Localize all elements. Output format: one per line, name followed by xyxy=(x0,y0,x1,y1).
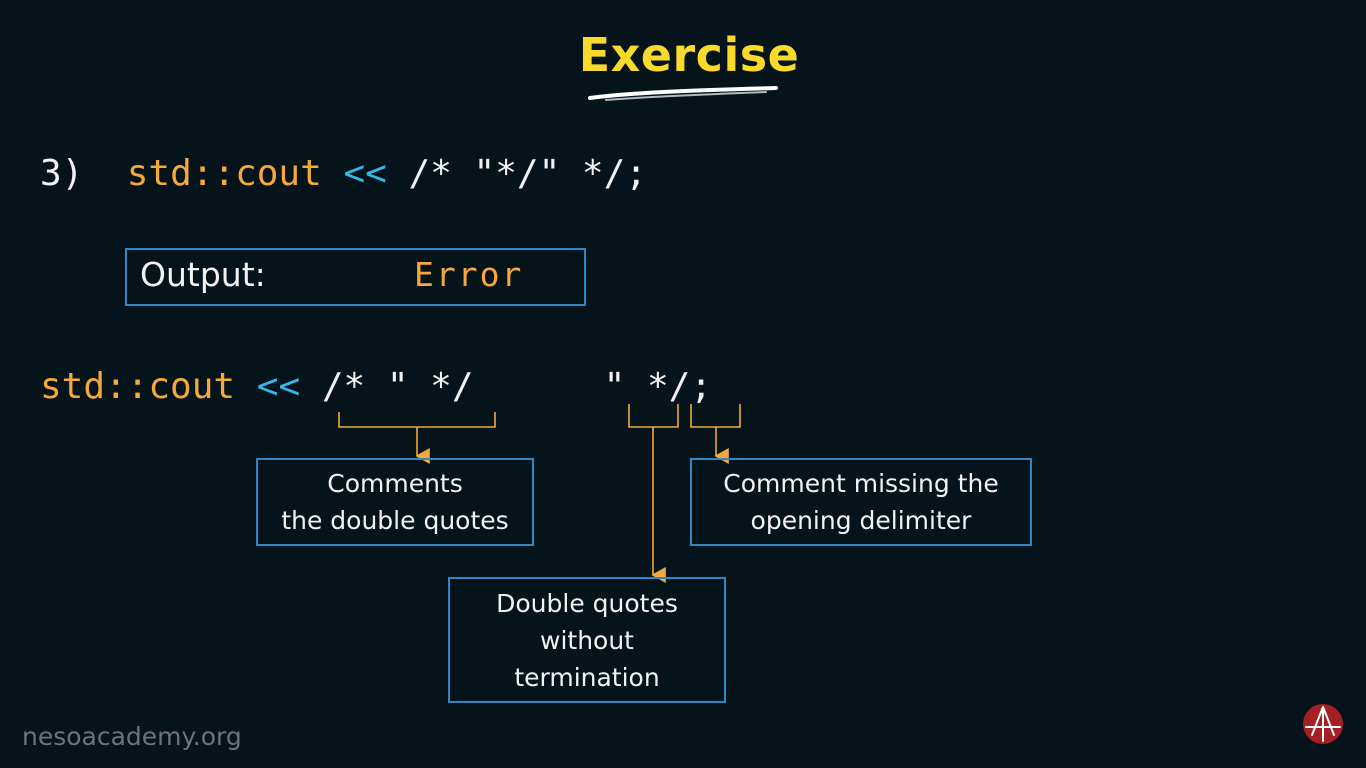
footer-site-url: nesoacademy.org xyxy=(22,722,242,751)
note-line: the double quotes xyxy=(281,506,509,535)
note-line: opening delimiter xyxy=(750,506,972,535)
brace-end xyxy=(690,404,741,428)
note-line: without xyxy=(540,625,634,655)
brace-quote xyxy=(628,404,679,428)
note-unterminated-quotes: Double quotes without termination xyxy=(448,577,726,703)
neso-academy-logo-icon xyxy=(1303,704,1343,744)
note-comments-double-quotes: Comments the double quotes xyxy=(256,458,534,546)
note-line: Comment missing the xyxy=(723,469,999,498)
note-missing-delimiter: Comment missing the opening delimiter xyxy=(690,458,1032,546)
note-line: Double quotes xyxy=(496,588,678,618)
brace-comment xyxy=(338,412,496,428)
note-line: termination xyxy=(514,662,660,692)
note-line: Comments xyxy=(327,469,463,498)
